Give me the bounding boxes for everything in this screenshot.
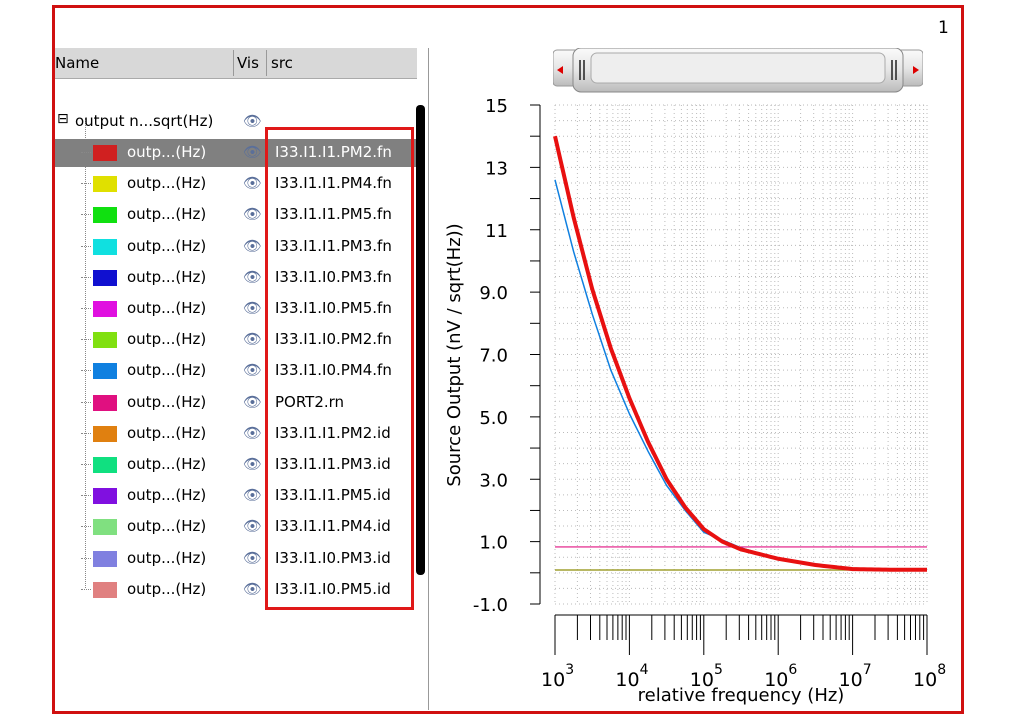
trace-name: outp...(Hz): [127, 392, 207, 411]
eye-icon[interactable]: 👁: [243, 486, 262, 504]
tree-line: [81, 401, 91, 403]
tree-line: [81, 370, 91, 372]
tree-line: [81, 526, 91, 528]
trace-name: outp...(Hz): [127, 423, 207, 442]
y-tick-label: 9.0: [479, 283, 508, 304]
column-separator[interactable]: [266, 50, 267, 76]
color-swatch[interactable]: [93, 363, 117, 380]
color-swatch[interactable]: [93, 145, 117, 161]
color-swatch[interactable]: [93, 394, 117, 411]
series-line: [553, 135, 927, 572]
tree-line: [81, 276, 91, 278]
tree-line: [81, 308, 91, 309]
noise-chart: 1513119.07.05.03.01.0-1.0103 104 105 106 107…: [444, 96, 946, 706]
y-tick-label: -1.0: [473, 595, 508, 616]
y-tick-label: 5.0: [479, 408, 508, 429]
y-axis-label: Source Output (nV / sqrt(Hz)): [444, 223, 465, 486]
trace-list-panel: Name Vis src ⊟ output n...sqrt(Hz) 👁 out…: [55, 48, 429, 710]
tree-line: [81, 183, 91, 185]
tree-line: [81, 557, 91, 559]
trace-name: outp...(Hz): [127, 517, 207, 536]
eye-icon[interactable]: 👁: [243, 393, 262, 411]
eye-icon[interactable]: 👁: [243, 361, 262, 379]
eye-icon[interactable]: 👁: [243, 112, 262, 130]
scrollbar[interactable]: [416, 105, 425, 575]
column-separator[interactable]: [233, 50, 234, 76]
x-tick-label: 103: [541, 662, 574, 691]
color-swatch[interactable]: [93, 488, 117, 505]
eye-icon[interactable]: 👁: [243, 237, 262, 255]
tree-line: [81, 152, 91, 153]
trace-name: outp...(Hz): [127, 361, 207, 380]
trace-name: outp...(Hz): [127, 299, 207, 317]
trace-name: outp...(Hz): [127, 548, 207, 567]
eye-icon[interactable]: 👁: [243, 424, 262, 442]
trace-name: outp...(Hz): [127, 205, 207, 224]
column-header-vis[interactable]: Vis: [237, 54, 259, 72]
color-swatch[interactable]: [93, 238, 117, 255]
trace-name: outp...(Hz): [127, 267, 207, 286]
eye-icon[interactable]: 👁: [243, 517, 262, 535]
eye-icon[interactable]: 👁: [243, 580, 262, 598]
trace-name: outp...(Hz): [127, 455, 207, 473]
page-number: 1: [938, 18, 949, 38]
trace-name: outp...(Hz): [127, 579, 207, 598]
trace-name: outp...(Hz): [127, 143, 207, 161]
trace-name: outp...(Hz): [127, 330, 207, 349]
y-tick-label: 11: [485, 221, 508, 242]
series-line: [554, 179, 928, 571]
color-swatch[interactable]: [93, 581, 117, 598]
tree-line: [81, 432, 91, 434]
tree-line: [81, 588, 91, 590]
eye-icon[interactable]: 👁: [243, 330, 262, 348]
trace-name: outp...(Hz): [127, 236, 207, 255]
eye-icon[interactable]: 👁: [243, 455, 262, 473]
y-tick-label: 3.0: [479, 470, 508, 491]
tree-line: [81, 495, 91, 497]
trace-name: outp...(Hz): [127, 174, 207, 193]
tree-line: [81, 214, 91, 216]
color-swatch[interactable]: [93, 519, 117, 536]
column-header-src[interactable]: src: [271, 54, 293, 72]
eye-icon[interactable]: 👁: [243, 143, 262, 161]
tree-line: [81, 245, 91, 247]
y-tick-label: 1.0: [479, 533, 508, 554]
eye-icon[interactable]: 👁: [243, 549, 262, 567]
y-tick-label: 15: [485, 96, 508, 117]
color-swatch[interactable]: [93, 301, 117, 317]
x-axis-label: relative frequency (Hz): [638, 685, 845, 706]
y-tick-label: 7.0: [479, 346, 508, 367]
color-swatch[interactable]: [93, 550, 117, 567]
color-swatch[interactable]: [93, 207, 117, 224]
y-tick-label: 13: [485, 158, 508, 179]
eye-icon[interactable]: 👁: [243, 205, 262, 223]
table-header: Name Vis src: [55, 48, 417, 79]
highlight-box: [265, 127, 414, 610]
eye-icon[interactable]: 👁: [243, 268, 262, 286]
tree-line: [81, 339, 91, 341]
x-tick-label: 108: [913, 662, 946, 691]
color-swatch[interactable]: [93, 425, 117, 442]
color-swatch[interactable]: [93, 176, 117, 193]
zoom-slider[interactable]: [553, 48, 923, 94]
color-swatch[interactable]: [93, 457, 117, 473]
color-swatch[interactable]: [93, 332, 117, 349]
column-header-name[interactable]: Name: [55, 54, 99, 72]
group-name: output n...sqrt(Hz): [75, 112, 214, 130]
eye-icon[interactable]: 👁: [243, 299, 262, 317]
tree-line: [81, 464, 91, 465]
trace-name: outp...(Hz): [127, 486, 207, 505]
eye-icon[interactable]: 👁: [243, 174, 262, 192]
color-swatch[interactable]: [93, 269, 117, 286]
collapse-icon[interactable]: ⊟: [57, 111, 69, 127]
